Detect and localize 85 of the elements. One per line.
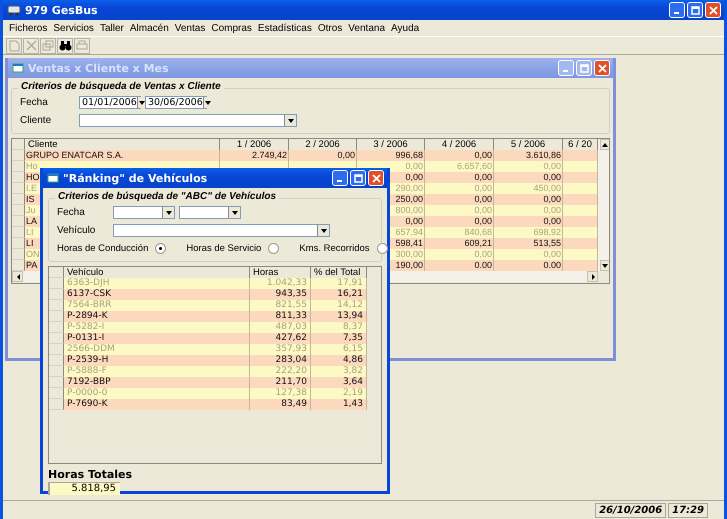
menu-item[interactable]: Ficheros (6, 22, 50, 34)
table-cell: 0,00 (425, 249, 494, 260)
field-label: Vehículo (57, 225, 96, 236)
table-cell: P-2539-H (64, 355, 250, 366)
menu-item[interactable]: Compras (208, 22, 255, 34)
table-cell: 1.042,33 (250, 278, 311, 289)
table-cell: 0,00 (289, 150, 357, 161)
table-cell: P-5282-I (64, 322, 250, 333)
table-cell: 0,00 (425, 216, 494, 227)
table-cell: GRUPO ENATCAR S.A. (25, 150, 220, 161)
table-cell: 17,91 (311, 278, 367, 289)
table-cell: 0,00 (494, 194, 563, 205)
table-cell: 8,37 (311, 322, 367, 333)
table-cell: 996,68 (357, 150, 425, 161)
table-cell: 698,92 (494, 227, 563, 238)
menu-item[interactable]: Taller (96, 22, 127, 34)
table-cell: 0,00 (494, 249, 563, 260)
menu-item[interactable]: Ventas (172, 22, 208, 34)
menu-item[interactable]: Estadísticas (254, 22, 315, 34)
table-cell: 6.657,60 (425, 161, 494, 172)
table-cell: 7,35 (311, 333, 367, 344)
table-cell: 609,21 (425, 238, 494, 249)
table-cell: 127,38 (250, 388, 311, 399)
menu-item[interactable]: Ayuda (388, 22, 422, 34)
table-cell: 13,94 (311, 311, 367, 322)
table-cell: 3.610,86 (494, 150, 563, 161)
total-label: Horas Totales (48, 468, 134, 481)
table-cell: 0,00 (425, 183, 494, 194)
table-cell: 513,55 (494, 238, 563, 249)
table-cell: 0,00 (425, 194, 494, 205)
table-cell: 0,00 (494, 216, 563, 227)
table-cell: 3,82 (311, 366, 367, 377)
table-cell: 0,00 (425, 150, 494, 161)
table-cell: P-2894-K (64, 311, 250, 322)
table-cell: 0.00 (425, 260, 494, 271)
table-cell: 222,20 (250, 366, 311, 377)
table-cell: 7192-BBP (64, 377, 250, 388)
table-cell: P-5888-F (64, 366, 250, 377)
table-cell: 0.00 (494, 260, 563, 271)
field-label: Fecha (20, 97, 49, 108)
status-time: 17:29 (668, 502, 708, 518)
group-title: Criterios de búsqueda de "ABC" de Vehículos (55, 191, 280, 202)
table-cell: 6137-CSK (64, 289, 250, 300)
table-cell: P-7690-K (64, 399, 250, 410)
table-cell: 3,64 (311, 377, 367, 388)
app-title: 979 GesBus (25, 4, 99, 16)
table-cell: 0,00 (425, 172, 494, 183)
table-cell: P-0000-0 (64, 388, 250, 399)
window-title: Ventas x Cliente x Mes (28, 62, 170, 74)
menu-item[interactable]: Almacén (126, 22, 172, 34)
table-cell: 4,86 (311, 355, 367, 366)
table-cell: 2.749,42 (220, 150, 289, 161)
table-cell: 2,19 (311, 388, 367, 399)
table-cell: 811,33 (250, 311, 311, 322)
group-title: Criterios de búsqueda de Ventas x Cliente (18, 81, 224, 92)
table-cell: 14,12 (311, 300, 367, 311)
table-cell: 0,00 (494, 205, 563, 216)
table-cell: 427,62 (250, 333, 311, 344)
table-cell: 2566-DDM (64, 344, 250, 355)
status-date: 26/10/2006 (595, 502, 666, 518)
table-cell: 943,35 (250, 289, 311, 300)
table-cell: 7564-BRR (64, 300, 250, 311)
menu-item[interactable]: Servicios (50, 22, 97, 34)
table-cell: 6,15 (311, 344, 367, 355)
table-cell: 0,00 (494, 172, 563, 183)
table-cell: 450,00 (494, 183, 563, 194)
field-label: Fecha (57, 207, 86, 218)
field-label: Cliente (20, 115, 52, 126)
table-cell: P-0131-I (64, 333, 250, 344)
menu-item[interactable]: Otros (314, 22, 346, 34)
table-cell: 487,03 (250, 322, 311, 333)
table-cell: 283,04 (250, 355, 311, 366)
table-cell: 840,68 (425, 227, 494, 238)
table-cell: 0,00 (494, 161, 563, 172)
table-cell: 1,43 (311, 399, 367, 410)
table-cell: 83,49 (250, 399, 311, 410)
table-cell: 0,00 (425, 205, 494, 216)
menu-item[interactable]: Ventana (345, 22, 388, 34)
table-cell: 16,21 (311, 289, 367, 300)
table-cell: 6363-DJH (64, 278, 250, 289)
window-title: "Ránking" de Vehículos (63, 172, 208, 184)
table-cell: 821,55 (250, 300, 311, 311)
table-cell: 211,70 (250, 377, 311, 388)
total-field: 5.818,95 (48, 482, 120, 495)
table-cell: 357,93 (250, 344, 311, 355)
